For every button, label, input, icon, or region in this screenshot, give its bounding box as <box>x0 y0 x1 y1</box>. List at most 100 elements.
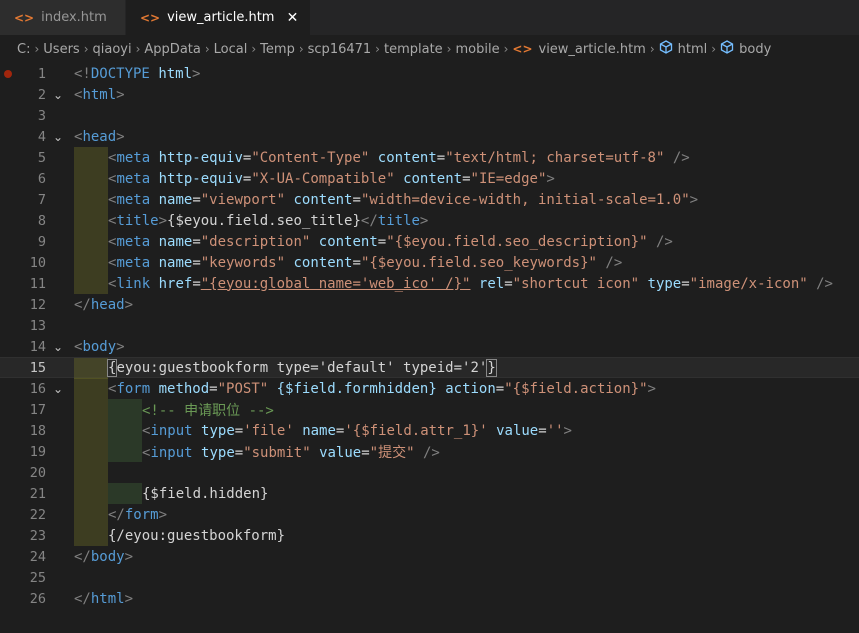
code-line[interactable]: 16 ⌄ <form method="POST" {$field.formhidde… <box>0 378 859 399</box>
code-token: meta <box>116 191 151 208</box>
code-token: http-equiv <box>158 149 243 166</box>
code-token: '' <box>546 422 564 439</box>
tab-view-article-htm[interactable]: <> view_article.htm ✕ <box>126 0 312 35</box>
line-number: 5 <box>37 149 46 166</box>
chevron-right-icon: › <box>135 42 141 56</box>
code-token: > <box>192 65 201 82</box>
code-line[interactable]: 13 <box>0 315 859 336</box>
code-token: form <box>116 380 151 397</box>
line-number: 9 <box>37 233 46 250</box>
code-token: > <box>647 380 656 397</box>
code-token: "description" <box>200 233 311 250</box>
code-line[interactable]: 22 </form> <box>0 504 859 525</box>
code-line[interactable]: 5 <meta http-equiv="Content-Type" content… <box>0 147 859 168</box>
code-token: </ <box>74 548 91 565</box>
code-line[interactable]: 8 <title>{$eyou.field.seo_title}</title> <box>0 210 859 231</box>
code-token: meta <box>116 254 151 271</box>
code-line[interactable]: 26 </html> <box>0 588 859 609</box>
editor-tab-bar: <> index.htm <> view_article.htm ✕ <box>0 0 859 35</box>
code-line[interactable]: 24 </body> <box>0 546 859 567</box>
indent-guide <box>74 420 108 441</box>
code-token: 'file' <box>243 422 294 439</box>
html-file-icon: <> <box>14 10 35 25</box>
breadcrumb-item[interactable]: Temp <box>260 42 295 57</box>
chevron-right-icon: › <box>649 42 655 56</box>
code-line[interactable]: 3 <box>0 105 859 126</box>
code-line[interactable]: 19 <input type="submit" value="提交" /> <box>0 441 859 462</box>
breadcrumb-item[interactable]: template <box>384 42 443 57</box>
code-token: /> <box>672 149 690 166</box>
code-token: > <box>124 590 134 607</box>
breadcrumb-item[interactable]: Users <box>43 42 79 57</box>
line-number: 19 <box>29 443 46 460</box>
code-token: </ <box>74 296 91 313</box>
code-line[interactable]: 17 <!-- 申请职位 --> <box>0 399 859 420</box>
code-text: <title>{$eyou.field.seo_title}</title> <box>108 213 428 229</box>
code-token: } <box>486 358 497 377</box>
code-line[interactable]: 4 ⌄ <head> <box>0 126 859 147</box>
code-editor[interactable]: 1 <!DOCTYPE html> 2 ⌄ <html> 3 4 ⌄ <head> 5 <meta … <box>0 63 859 633</box>
code-text: <form method="POST" {$field.formhidden} … <box>108 381 656 397</box>
fold-chevron-icon[interactable]: ⌄ <box>53 382 63 396</box>
code-line[interactable]: 14 ⌄ <body> <box>0 336 859 357</box>
tab-index-htm[interactable]: <> index.htm <box>0 0 126 35</box>
fold-chevron-icon[interactable]: ⌄ <box>53 130 63 144</box>
fold-chevron-icon[interactable]: ⌄ <box>53 88 63 102</box>
line-number: 13 <box>29 317 46 334</box>
breadcrumb-item[interactable]: view_article.htm <box>539 42 646 57</box>
line-number: 7 <box>37 191 46 208</box>
code-line[interactable]: 20 <box>0 462 859 483</box>
html-file-icon: <> <box>140 10 161 25</box>
chevron-right-icon: › <box>251 42 257 56</box>
code-line[interactable]: 18 <input type='file' name='{$field.attr_… <box>0 420 859 441</box>
code-line[interactable]: 6 <meta http-equiv="X-UA-Compatible" cont… <box>0 168 859 189</box>
line-number: 2 <box>37 86 46 103</box>
breadcrumb-item[interactable]: scp16471 <box>308 42 372 57</box>
code-text: </form> <box>108 507 167 523</box>
code-token: > <box>116 338 125 355</box>
code-line[interactable]: 25 <box>0 567 859 588</box>
code-line[interactable]: 12 </head> <box>0 294 859 315</box>
code-token: meta <box>116 170 151 187</box>
code-text: <meta name="viewport" content="width=dev… <box>108 192 698 208</box>
cube-icon <box>720 40 734 58</box>
code-token: input <box>150 422 193 439</box>
code-line[interactable]: 2 ⌄ <html> <box>0 84 859 105</box>
code-line[interactable]: 1 <!DOCTYPE html> <box>0 63 859 84</box>
breadcrumb-item[interactable]: qiaoyi <box>93 42 132 57</box>
line-number: 1 <box>37 65 46 82</box>
code-token: > <box>158 506 168 523</box>
code-token: > <box>546 170 555 187</box>
breadcrumb-item[interactable]: C: <box>17 42 30 57</box>
code-line[interactable]: 21 {$field.hidden} <box>0 483 859 504</box>
breadcrumb-item[interactable]: mobile <box>455 42 499 57</box>
code-line[interactable]: 7 <meta name="viewport" content="width=de… <box>0 189 859 210</box>
line-number: 25 <box>29 569 46 586</box>
code-token: > <box>419 212 429 229</box>
code-token: eyou:guestbookform type='default' typeid… <box>116 359 488 376</box>
code-token: "{$eyou.field.seo_description}" <box>386 233 648 250</box>
breadcrumb-item[interactable]: AppData <box>144 42 200 57</box>
code-line[interactable]: 15 {eyou:guestbookform type='default' typ… <box>0 357 859 379</box>
code-token: {$field.formhidden} <box>276 380 437 397</box>
fold-chevron-icon[interactable]: ⌄ <box>53 340 63 354</box>
code-token: = <box>681 275 690 292</box>
code-token: = <box>352 254 361 271</box>
breadcrumb-item[interactable]: html <box>678 42 708 57</box>
code-token: "keywords" <box>200 254 286 271</box>
code-token: = <box>504 275 513 292</box>
code-line[interactable]: 11 <link href="{eyou:global name='web_ico… <box>0 273 859 294</box>
indent-guide <box>74 504 108 525</box>
code-line[interactable]: 9 <meta name="description" content="{$eyo… <box>0 231 859 252</box>
chevron-right-icon: › <box>83 42 89 56</box>
code-token: html <box>82 86 117 103</box>
line-number: 18 <box>29 422 46 439</box>
line-number: 6 <box>37 170 46 187</box>
close-icon[interactable]: ✕ <box>284 10 300 26</box>
code-line[interactable]: 23 {/eyou:guestbookform} <box>0 525 859 546</box>
breadcrumb-item[interactable]: Local <box>214 42 248 57</box>
code-line[interactable]: 10 <meta name="keywords" content="{$eyou.… <box>0 252 859 273</box>
code-token: content <box>377 149 437 166</box>
breadcrumb-item[interactable]: body <box>739 42 771 57</box>
